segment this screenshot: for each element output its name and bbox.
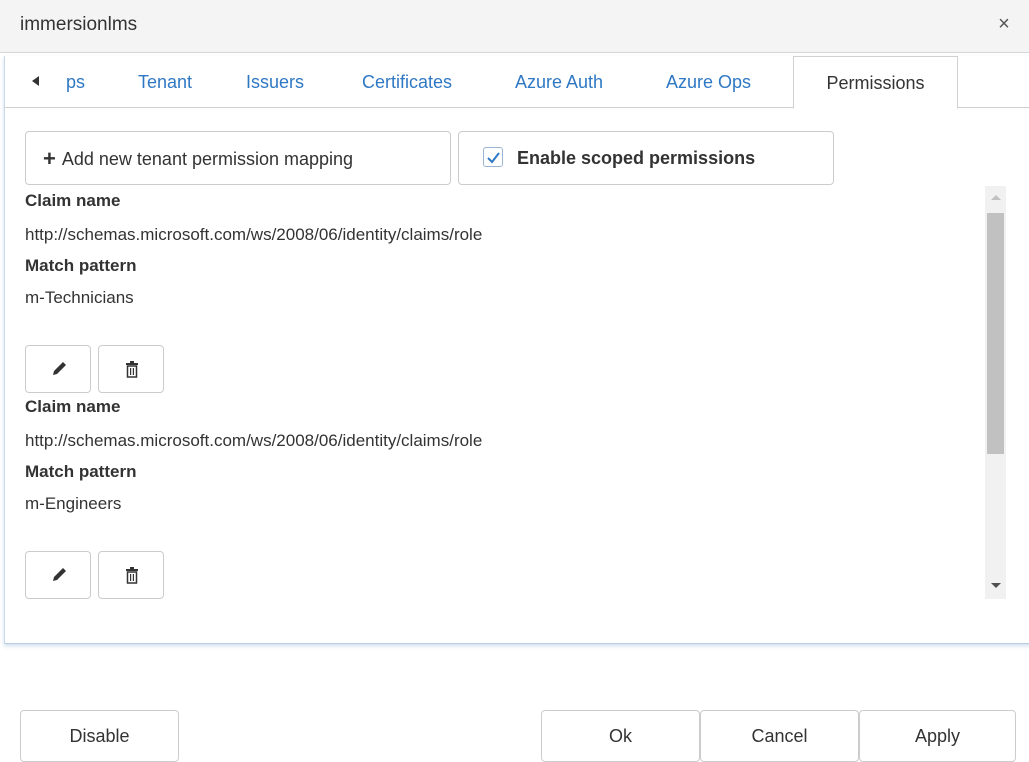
match-pattern-value: m-Engineers [25, 494, 122, 513]
list-scrollbar[interactable] [985, 186, 1006, 599]
delete-button[interactable] [98, 551, 164, 599]
add-mapping-label: Add new tenant permission mapping [61, 149, 354, 169]
pencil-icon [53, 362, 66, 375]
cancel-button[interactable]: Cancel [700, 710, 859, 762]
scoped-permissions-label: Enable scoped permissions [517, 148, 756, 168]
scoped-permissions-toggle[interactable]: Enable scoped permissions [458, 131, 834, 185]
edit-button[interactable] [25, 345, 91, 393]
list-item: Claim name http://schemas.microsoft.com/… [20, 186, 1006, 393]
edit-button[interactable] [25, 551, 91, 599]
delete-button[interactable] [98, 345, 164, 393]
match-pattern-value: m-Technicians [25, 288, 134, 307]
tab-azure-auth[interactable]: Azure Auth [515, 56, 603, 108]
mapping-list[interactable]: Claim name http://schemas.microsoft.com/… [20, 186, 1006, 599]
tab-azure-ops[interactable]: Azure Ops [666, 56, 751, 108]
list-item: Claim name http://schemas.microsoft.com/… [20, 392, 1006, 599]
pencil-icon [53, 568, 66, 581]
claim-name-label: Claim name [25, 397, 121, 416]
tab-strip: ps Tenant Issuers Certificates Azure Aut… [4, 56, 1029, 109]
tab-issuers[interactable]: Issuers [246, 56, 304, 108]
claim-name-label: Claim name [25, 191, 121, 210]
apply-button[interactable]: Apply [859, 710, 1016, 762]
checkbox-checked-icon[interactable] [483, 147, 503, 168]
match-pattern-label: Match pattern [25, 462, 137, 481]
close-icon[interactable]: × [993, 12, 1015, 36]
scrollbar-thumb[interactable] [987, 213, 1004, 454]
claim-name-value: http://schemas.microsoft.com/ws/2008/06/… [25, 431, 483, 450]
plus-icon: + [43, 146, 56, 171]
claim-name-value: http://schemas.microsoft.com/ws/2008/06/… [25, 225, 483, 244]
tab-ps[interactable]: ps [66, 56, 85, 108]
tab-tenant[interactable]: Tenant [138, 56, 192, 108]
ok-button[interactable]: Ok [541, 710, 700, 762]
scroll-up-icon[interactable] [991, 195, 1001, 200]
tab-permissions[interactable]: Permissions [793, 56, 958, 109]
trash-icon [126, 361, 138, 378]
title-bar: immersionlms × [0, 0, 1029, 53]
disable-button[interactable]: Disable [20, 710, 179, 762]
tab-certificates[interactable]: Certificates [362, 56, 452, 108]
scroll-left-icon[interactable] [32, 76, 39, 86]
trash-icon [126, 567, 138, 584]
match-pattern-label: Match pattern [25, 256, 137, 275]
window-title: immersionlms [20, 14, 138, 35]
add-mapping-button[interactable]: + Add new tenant permission mapping [25, 131, 451, 185]
scroll-down-icon[interactable] [991, 583, 1001, 588]
